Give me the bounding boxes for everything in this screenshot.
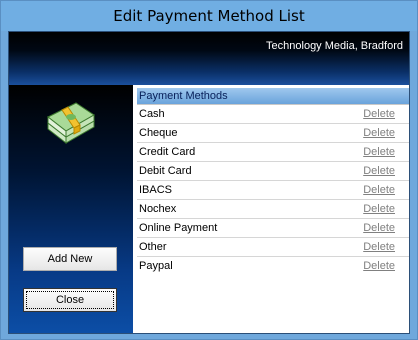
company-name: Technology Media, Bradford xyxy=(266,40,403,52)
list-item[interactable]: Debit Card Delete xyxy=(137,162,409,181)
payment-method-name: Credit Card xyxy=(139,146,196,158)
payment-method-name: Paypal xyxy=(139,260,173,272)
payment-methods-list: Payment Methods Cash Delete Cheque Delete Cr… xyxy=(137,88,409,333)
delete-link[interactable]: Delete xyxy=(363,181,395,199)
list-item[interactable]: IBACS Delete xyxy=(137,181,409,200)
header-banner: Technology Media, Bradford xyxy=(9,32,409,85)
money-stack-icon xyxy=(46,101,96,145)
list-header: Payment Methods xyxy=(137,88,409,105)
payment-method-name: Other xyxy=(139,241,167,253)
delete-link[interactable]: Delete xyxy=(363,143,395,161)
list-item[interactable]: Online Payment Delete xyxy=(137,219,409,238)
list-item[interactable]: Credit Card Delete xyxy=(137,143,409,162)
delete-link[interactable]: Delete xyxy=(363,238,395,256)
delete-link[interactable]: Delete xyxy=(363,219,395,237)
delete-link[interactable]: Delete xyxy=(363,124,395,142)
payment-method-name: Online Payment xyxy=(139,222,218,234)
close-button[interactable]: Close xyxy=(23,288,117,312)
payment-method-name: Cheque xyxy=(139,127,178,139)
add-new-button[interactable]: Add New xyxy=(23,247,117,271)
sidebar: Add New Close xyxy=(9,85,133,333)
payment-method-name: Cash xyxy=(139,108,165,120)
list-item[interactable]: Cheque Delete xyxy=(137,124,409,143)
list-item[interactable]: Cash Delete xyxy=(137,105,409,124)
payment-method-name: Debit Card xyxy=(139,165,192,177)
client-area: Technology Media, Bradford Add New Close xyxy=(8,31,410,334)
delete-link[interactable]: Delete xyxy=(363,105,395,123)
delete-link[interactable]: Delete xyxy=(363,200,395,218)
delete-link[interactable]: Delete xyxy=(363,162,395,180)
delete-link[interactable]: Delete xyxy=(363,257,395,275)
list-item[interactable]: Nochex Delete xyxy=(137,200,409,219)
payment-method-name: IBACS xyxy=(139,184,173,196)
payment-method-name: Nochex xyxy=(139,203,177,215)
dialog-window: Edit Payment Method List Technology Medi… xyxy=(0,0,418,340)
list-item[interactable]: Other Delete xyxy=(137,238,409,257)
window-title: Edit Payment Method List xyxy=(113,7,305,25)
list-item[interactable]: Paypal Delete xyxy=(137,257,409,276)
title-bar[interactable]: Edit Payment Method List xyxy=(1,1,417,31)
list-rows: Cash Delete Cheque Delete Credit Card Delete D… xyxy=(137,105,409,276)
